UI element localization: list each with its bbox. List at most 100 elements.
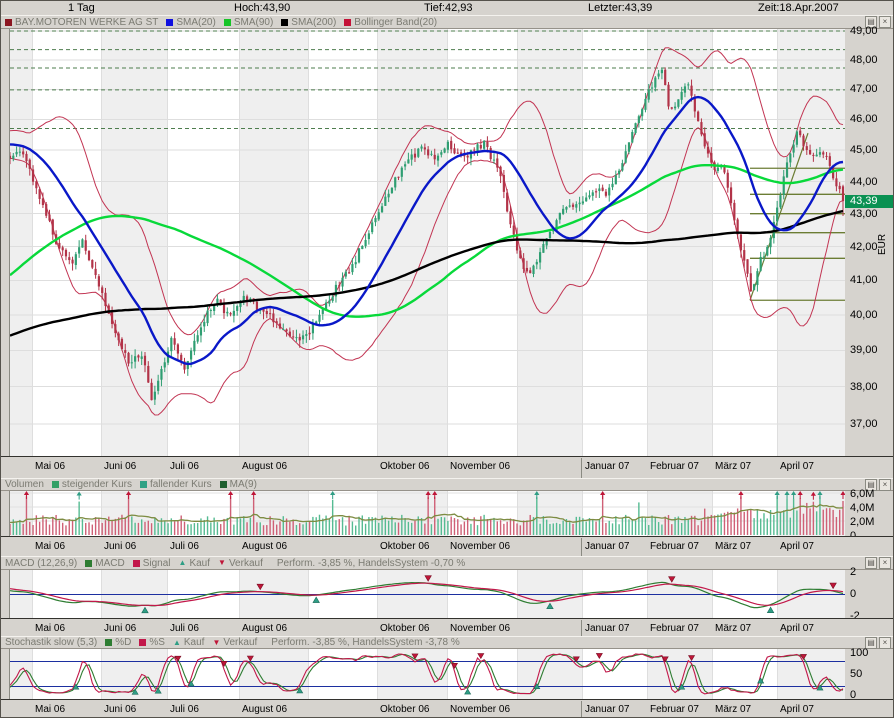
volume-plot[interactable] — [9, 491, 845, 536]
price-tick-label: 44,00 — [850, 176, 878, 188]
legend-item: %D — [105, 637, 131, 648]
macd-panel-icons: ▤ × — [865, 557, 891, 569]
year-divider — [581, 538, 582, 556]
macd-legend: MACDSignal▲Kauf▼Verkauf — [85, 558, 263, 569]
chart-application-window: 1 TagHoch:43,90Tief:42,93Letzter:43,39Ze… — [0, 0, 894, 718]
volume-titlebar: Volumen steigender Kursfallender KursMA(… — [1, 478, 894, 491]
price-axis-unit: EUR — [877, 234, 888, 255]
panel-settings-icon[interactable]: ▤ — [865, 557, 877, 569]
legend-label: SMA(20) — [176, 17, 215, 28]
legend-label: MACD — [95, 558, 124, 569]
legend-item: MACD — [85, 558, 124, 569]
legend-label: BAY.MOTOREN WERKE AG ST — [15, 17, 158, 28]
legend-item: BAY.MOTOREN WERKE AG ST — [5, 17, 158, 28]
sell-marker-icon: ▼ — [212, 639, 220, 647]
legend-swatch — [281, 19, 288, 26]
year-divider — [581, 701, 582, 718]
legend-swatch — [85, 560, 92, 567]
macd-plot[interactable] — [9, 570, 845, 618]
stochastik-titlebar: Stochastik slow (5,3) %D%S▲Kauf▼Verkauf … — [1, 636, 894, 649]
panel-close-icon[interactable]: × — [879, 637, 891, 649]
quote-field: Tief:42,93 — [424, 2, 473, 14]
last-price-badge: 43,39 — [845, 195, 893, 208]
panel-close-icon[interactable]: × — [879, 557, 891, 569]
legend-label: Verkauf — [223, 637, 257, 648]
month-label: Juli 06 — [170, 461, 199, 472]
legend-swatch — [220, 481, 227, 488]
price-tick-label: 42,00 — [850, 241, 878, 253]
time-axis-volume: Mai 06Juni 06Juli 06August 06Oktober 06N… — [1, 536, 894, 557]
legend-swatch — [140, 481, 147, 488]
quote-field: Letzter:43,39 — [588, 2, 652, 14]
time-axis-stochastik: Mai 06Juni 06Juli 06August 06Oktober 06N… — [1, 699, 894, 718]
legend-swatch — [105, 639, 112, 646]
price-tick-label: 41,00 — [850, 274, 878, 286]
legend-item: Signal — [133, 558, 171, 569]
month-label: Februar 07 — [650, 461, 699, 472]
stochastik-plot[interactable] — [9, 649, 845, 699]
legend-item: ▼Verkauf — [212, 637, 257, 648]
legend-label: Kauf — [184, 637, 205, 648]
month-label: Juni 06 — [104, 704, 136, 715]
macd-titlebar: MACD (12,26,9) MACDSignal▲Kauf▼Verkauf P… — [1, 556, 894, 570]
month-label: Oktober 06 — [380, 623, 429, 634]
stochastik-tick-label: 100 — [850, 647, 868, 659]
stochastik-legend: %D %S ▲Kauf ▼Verkauf — [105, 637, 257, 648]
time-axis-main: Mai 06Juni 06Juli 06August 06Oktober 06N… — [1, 456, 894, 479]
month-label: Juli 06 — [170, 623, 199, 634]
macd-performance-text: Perform. -3,85 %, HandelsSystem -0,70 % — [277, 558, 465, 569]
month-label: August 06 — [242, 541, 287, 552]
buy-marker-icon: ▲ — [173, 639, 181, 647]
month-label: August 06 — [242, 704, 287, 715]
time-axis-macd: Mai 06Juni 06Juli 06August 06Oktober 06N… — [1, 618, 894, 637]
legend-item: fallender Kurs — [140, 479, 212, 490]
legend-item: SMA(200) — [281, 17, 336, 28]
price-chart-plot[interactable] — [9, 29, 845, 456]
month-label: März 07 — [715, 541, 751, 552]
month-label: August 06 — [242, 623, 287, 634]
month-label: Januar 07 — [585, 461, 629, 472]
legend-item: %S — [139, 637, 165, 648]
legend-swatch — [5, 19, 12, 26]
month-label: Februar 07 — [650, 704, 699, 715]
price-tick-label: 40,00 — [850, 309, 878, 321]
volume-tick-label: 6,0M — [850, 488, 874, 500]
month-label: August 06 — [242, 461, 287, 472]
month-label: Juni 06 — [104, 541, 136, 552]
panel-close-icon[interactable]: × — [879, 16, 891, 28]
legend-item: SMA(20) — [166, 17, 215, 28]
buy-marker-icon: ▲ — [179, 559, 187, 567]
legend-label: Bollinger Band(20) — [354, 17, 437, 28]
legend-label: SMA(90) — [234, 17, 273, 28]
legend-swatch — [344, 19, 351, 26]
price-tick-label: 48,00 — [850, 54, 878, 66]
legend-label: Verkauf — [229, 558, 263, 569]
stochastik-chart-svg — [10, 649, 845, 699]
legend-label: Signal — [143, 558, 171, 569]
month-label: März 07 — [715, 461, 751, 472]
legend-label: MA(9) — [230, 479, 257, 490]
panel-close-icon[interactable]: × — [879, 479, 891, 491]
legend-swatch — [133, 560, 140, 567]
month-label: März 07 — [715, 704, 751, 715]
quote-field: 1 Tag — [68, 2, 95, 14]
month-label: Januar 07 — [585, 704, 629, 715]
price-tick-label: 47,00 — [850, 83, 878, 95]
legend-item: Bollinger Band(20) — [344, 17, 437, 28]
month-label: Januar 07 — [585, 541, 629, 552]
year-divider — [581, 620, 582, 636]
price-tick-label: 39,00 — [850, 344, 878, 356]
month-label: April 07 — [780, 623, 814, 634]
month-label: Juni 06 — [104, 623, 136, 634]
legend-label: Kauf — [189, 558, 210, 569]
price-tick-label: 46,00 — [850, 113, 878, 125]
legend-item: SMA(90) — [224, 17, 273, 28]
stochastik-panel-icons: ▤ × — [865, 637, 891, 649]
month-label: Oktober 06 — [380, 461, 429, 472]
legend-label: %D — [115, 637, 131, 648]
volume-legend: steigender Kurs fallender Kurs MA(9) — [52, 479, 257, 490]
month-label: April 07 — [780, 704, 814, 715]
legend-label: steigender Kurs — [62, 479, 132, 490]
month-label: Juni 06 — [104, 461, 136, 472]
main-chart-legend: BAY.MOTOREN WERKE AG ST SMA(20) SMA(90) SMA… — [5, 17, 437, 28]
